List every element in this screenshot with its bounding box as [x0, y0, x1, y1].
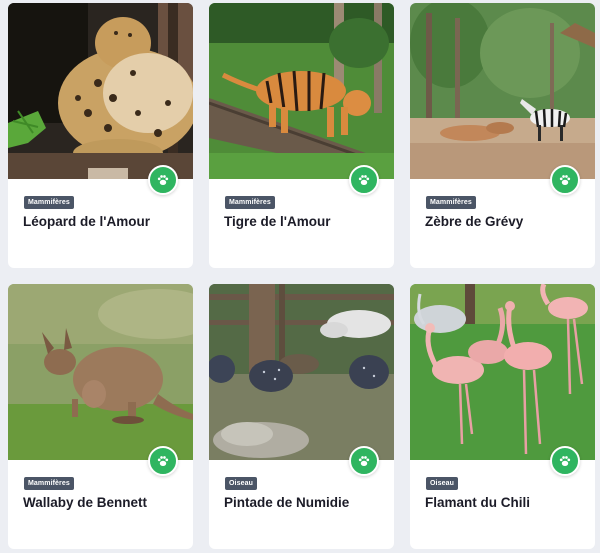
animal-card[interactable]: Oiseau Flamant du Chili: [410, 284, 595, 549]
paw-button[interactable]: [148, 165, 178, 195]
paw-icon: [558, 173, 572, 187]
paw-button[interactable]: [349, 446, 379, 476]
animal-card[interactable]: Oiseau Pintade de Numidie: [209, 284, 394, 549]
animal-name[interactable]: Léopard de l'Amour: [23, 213, 183, 231]
animal-name[interactable]: Flamant du Chili: [425, 494, 585, 512]
paw-button[interactable]: [550, 165, 580, 195]
category-badge: Mammifères: [24, 196, 74, 209]
paw-icon: [156, 454, 170, 468]
animal-card-grid: Mammifères Léopard de l'Amour Mammifères…: [0, 0, 600, 553]
animal-name[interactable]: Wallaby de Bennett: [23, 494, 183, 512]
paw-icon: [357, 454, 371, 468]
grevy-zebra-photo[interactable]: [410, 3, 595, 179]
category-badge: Oiseau: [225, 477, 257, 490]
chilean-flamingo-photo[interactable]: [410, 284, 595, 460]
paw-icon: [558, 454, 572, 468]
paw-button[interactable]: [349, 165, 379, 195]
animal-name[interactable]: Zèbre de Grévy: [425, 213, 585, 231]
animal-card[interactable]: Mammifères Wallaby de Bennett: [8, 284, 193, 549]
category-badge: Mammifères: [225, 196, 275, 209]
animal-name[interactable]: Tigre de l'Amour: [224, 213, 384, 231]
animal-card[interactable]: Mammifères Zèbre de Grévy: [410, 3, 595, 268]
paw-icon: [357, 173, 371, 187]
amur-tiger-photo[interactable]: [209, 3, 394, 179]
animal-name[interactable]: Pintade de Numidie: [224, 494, 384, 512]
category-badge: Oiseau: [426, 477, 458, 490]
bennett-wallaby-photo[interactable]: [8, 284, 193, 460]
animal-card[interactable]: Mammifères Tigre de l'Amour: [209, 3, 394, 268]
paw-button[interactable]: [550, 446, 580, 476]
amur-leopard-photo[interactable]: [8, 3, 193, 179]
animal-card[interactable]: Mammifères Léopard de l'Amour: [8, 3, 193, 268]
paw-button[interactable]: [148, 446, 178, 476]
category-badge: Mammifères: [426, 196, 476, 209]
paw-icon: [156, 173, 170, 187]
category-badge: Mammifères: [24, 477, 74, 490]
helmeted-guineafowl-photo[interactable]: [209, 284, 394, 460]
